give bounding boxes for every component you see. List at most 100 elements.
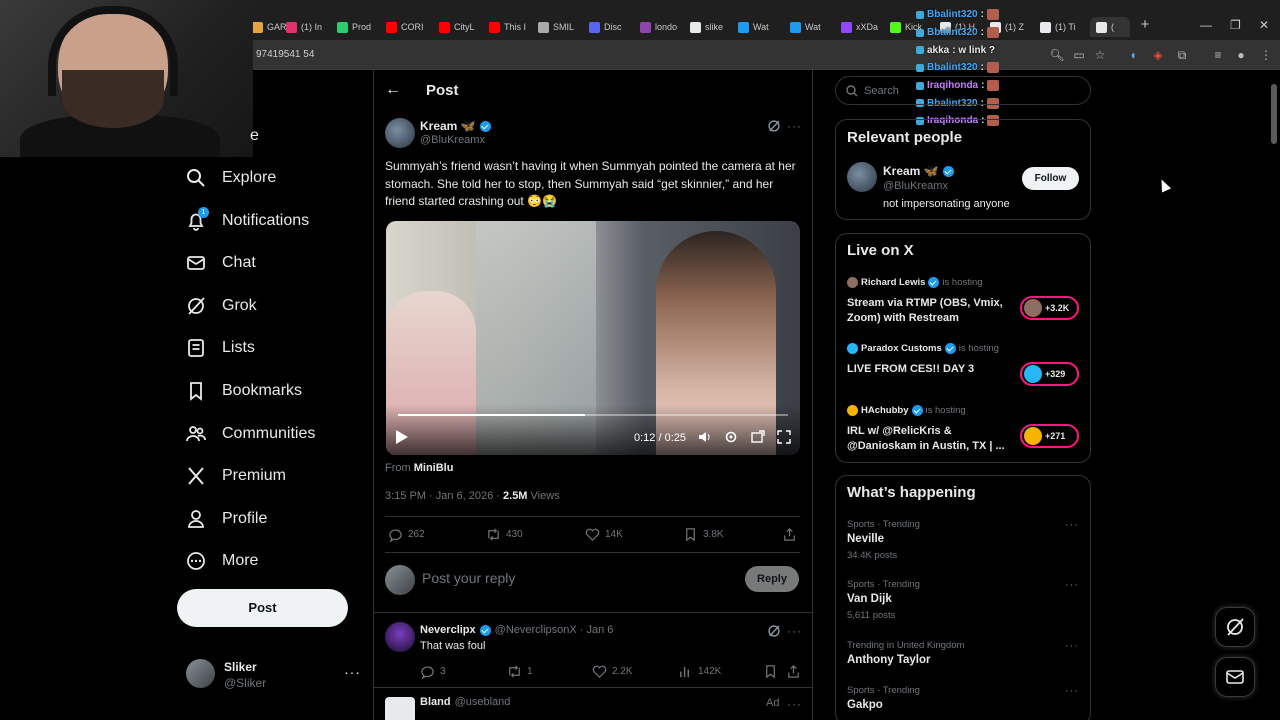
live-title[interactable]: LIVE FROM CES!! DAY 3 [847,362,1017,377]
reply-input[interactable]: Post your reply [422,570,515,586]
trend-more-icon[interactable]: ··· [1065,685,1079,697]
messages-fab-button[interactable] [1215,657,1255,697]
ad-more-icon[interactable]: ··· [787,697,802,711]
ad-avatar[interactable] [385,697,415,720]
browser-tab[interactable]: xXDa [841,17,887,37]
nav-item-communities[interactable]: Communities [186,419,315,449]
grok-icon[interactable] [767,624,781,638]
compose-post-button[interactable]: Post [177,589,348,627]
follow-button[interactable]: Follow [1022,167,1079,190]
nav-home-partial[interactable]: e [250,121,259,151]
post-timestamp[interactable]: 3:15 PM · Jan 6, 2026 · [385,490,500,502]
play-icon[interactable] [396,430,408,444]
video-source[interactable]: From MiniBlu [385,462,453,474]
repost-action[interactable]: 430 [486,527,523,542]
nav-item-lists[interactable]: Lists [186,333,255,363]
nav-item-more[interactable]: More [186,546,258,576]
account-avatar[interactable] [186,659,215,688]
trend-more-icon[interactable]: ··· [1065,519,1079,531]
trend-name[interactable]: Anthony Taylor [847,654,930,666]
live-host[interactable]: HAchubby is hosting [847,405,966,416]
relevant-person-name[interactable]: Kream 🦋 [883,164,954,178]
author-avatar[interactable] [385,118,415,148]
comment-like-action[interactable]: 2.2K [592,664,633,679]
comment-bookmark-action[interactable] [763,664,778,679]
trend-name[interactable]: Neville [847,533,884,545]
zoom-icon[interactable]: 🔍︎ [1049,47,1065,63]
browser-tab[interactable]: ( [1090,17,1130,37]
page-scrollbar[interactable] [1271,84,1277,144]
nav-item-bookmarks[interactable]: Bookmarks [186,376,302,406]
browser-tab[interactable]: CORI [386,17,432,37]
live-listener-pill[interactable]: +271 [1020,424,1079,448]
cast-icon[interactable]: ▭ [1071,47,1087,63]
browser-tab[interactable]: Wat [738,17,784,37]
author-name[interactable]: Kream 🦋 [420,119,491,133]
ad-author[interactable]: Bland @usebland [420,696,510,708]
browser-tab[interactable]: londo [640,17,686,37]
relevant-person-avatar[interactable] [847,162,877,192]
comment-reply-action[interactable]: 3 [420,664,446,679]
media-icon[interactable]: ≡ [1210,47,1226,63]
post-more-icon[interactable]: ··· [787,119,802,133]
back-arrow-icon[interactable]: ← [385,81,401,99]
live-listener-pill[interactable]: +329 [1020,362,1079,386]
nav-item-premium[interactable]: Premium [186,461,286,491]
bookmark-star-icon[interactable]: ☆ [1092,47,1108,63]
account-more-icon[interactable]: ··· [344,664,361,680]
comment-share-action[interactable] [786,664,801,679]
live-host[interactable]: Paradox Customs is hosting [847,343,999,354]
account-name[interactable]: Sliker [224,660,257,674]
extension-icon[interactable]: ◈ [1150,47,1166,63]
browser-tab[interactable]: This I [489,17,535,37]
nav-item-explore[interactable]: Explore [186,163,276,193]
browser-tab[interactable]: (1) Ti [1040,17,1086,37]
browser-tab[interactable]: slike [690,17,736,37]
settings-gear-icon[interactable] [724,430,738,444]
grok-fab-button[interactable] [1215,607,1255,647]
comment-views-action[interactable]: 142K [678,664,721,679]
browser-tab[interactable]: Disc [589,17,635,37]
nav-item-chat[interactable]: Chat [186,248,256,278]
trend-more-icon[interactable]: ··· [1065,579,1079,591]
browser-tab[interactable]: SMIL [538,17,584,37]
comment-avatar[interactable] [385,622,415,652]
volume-icon[interactable] [698,430,712,444]
live-title[interactable]: IRL w/ @RelicKris & @Danioskam in Austin… [847,424,1017,454]
nav-item-grok[interactable]: Grok [186,291,257,321]
profile-icon[interactable]: ● [1233,47,1249,63]
author-handle[interactable]: @BluKreamx [420,134,485,146]
share-action[interactable] [782,527,797,542]
video-player[interactable] [386,221,800,455]
live-title[interactable]: Stream via RTMP (OBS, Vmix, Zoom) with R… [847,296,1017,326]
grok-icon[interactable] [767,119,781,133]
video-progress-bar[interactable] [398,414,788,416]
from-source[interactable]: MiniBlu [414,462,454,474]
reply-button[interactable]: Reply [745,566,799,592]
bookmark-action[interactable]: 3.8K [683,527,724,542]
nav-item-profile[interactable]: Profile [186,504,267,534]
maximize-icon[interactable]: ❐ [1230,18,1241,32]
relevant-person-handle[interactable]: @BluKreamx [883,180,948,192]
puzzle-icon[interactable]: ⧉ [1174,47,1190,63]
browser-tab[interactable]: (1) In [286,17,332,37]
comment-repost-action[interactable]: 1 [507,664,533,679]
search-input[interactable]: Search [835,76,1091,105]
comment-more-icon[interactable]: ··· [787,624,802,638]
menu-icon[interactable]: ⋮ [1258,47,1274,63]
pip-icon[interactable] [751,430,765,444]
live-host[interactable]: Richard Lewis is hosting [847,277,983,288]
trend-name[interactable]: Van Dijk [847,593,892,605]
trend-more-icon[interactable]: ··· [1065,640,1079,652]
new-tab-button[interactable]: + [1138,17,1152,32]
browser-tab[interactable]: Prod [337,17,383,37]
fullscreen-icon[interactable] [777,430,791,444]
browser-tab[interactable]: CityL [439,17,485,37]
comment-author[interactable]: Neverclipx @NeverclipsonX · Jan 6 [420,624,613,636]
live-listener-pill[interactable]: +3.2K [1020,296,1079,320]
reply-action[interactable]: 262 [388,527,425,542]
browser-tab[interactable]: Wat [790,17,836,37]
minimize-icon[interactable]: — [1200,18,1212,32]
like-action[interactable]: 14K [585,527,623,542]
close-window-icon[interactable]: ✕ [1259,18,1269,32]
